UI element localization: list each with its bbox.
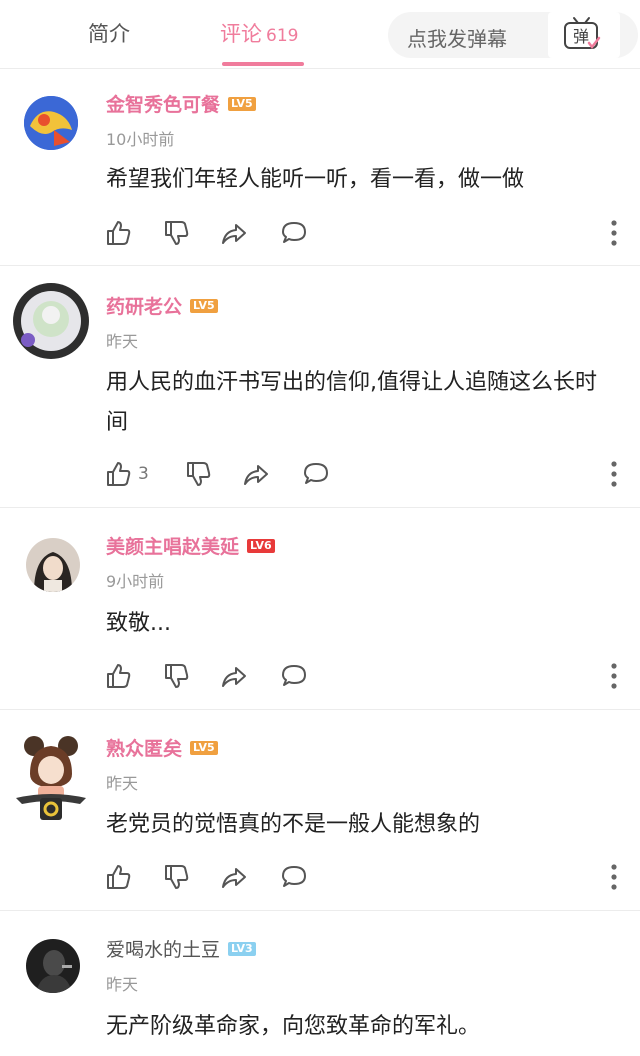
top-tab-bar: 简介 评论 619 点我发弹幕 弹 <box>0 0 640 69</box>
more-options-button[interactable] <box>604 661 624 691</box>
reply-button[interactable] <box>280 661 308 691</box>
more-options-button[interactable] <box>604 218 624 248</box>
level-badge: LV5 <box>228 96 256 111</box>
active-tab-indicator <box>222 62 304 66</box>
level-badge: LV5 <box>190 740 218 755</box>
username[interactable]: 爱喝水的土豆 LV3 <box>106 935 256 962</box>
like-count: 3 <box>138 464 149 484</box>
more-vertical-icon <box>611 663 617 689</box>
comment-time: 昨天 <box>106 774 139 793</box>
comment-time: 10小时前 <box>106 130 175 149</box>
username[interactable]: 药研老公 LV5 <box>106 292 218 319</box>
comment-bubble-icon <box>282 665 306 686</box>
reply-button[interactable] <box>280 862 308 892</box>
danmaku-toggle-button[interactable]: 弹 <box>548 12 620 58</box>
share-icon <box>222 224 246 244</box>
like-button[interactable] <box>104 862 132 892</box>
like-button[interactable]: 3 <box>104 459 149 489</box>
tab-comments-label: 评论 <box>220 22 262 46</box>
thumbs-up-icon <box>107 462 131 486</box>
like-button[interactable] <box>104 661 132 691</box>
comment-text: 老党员的觉悟真的不是一般人能想象的 <box>106 812 481 837</box>
level-badge: LV3 <box>228 941 256 956</box>
thumbs-down-icon <box>165 865 189 889</box>
more-vertical-icon <box>611 864 617 890</box>
thumbs-down-icon <box>187 462 211 486</box>
comment-bubble-icon <box>282 866 306 887</box>
more-options-button[interactable] <box>604 862 624 892</box>
more-options-button[interactable] <box>604 459 624 489</box>
share-button[interactable] <box>242 459 270 489</box>
comment-actions: 3 <box>104 459 624 489</box>
share-button[interactable] <box>220 862 248 892</box>
comment-text: 致敬... <box>106 611 171 636</box>
more-vertical-icon <box>611 461 617 487</box>
level-badge: LV6 <box>247 538 275 553</box>
comment-actions <box>104 862 624 892</box>
tab-intro[interactable]: 简介 <box>88 18 130 48</box>
username-text: 爱喝水的土豆 <box>106 939 221 961</box>
reply-button[interactable] <box>302 459 330 489</box>
share-icon <box>244 465 268 485</box>
username[interactable]: 美颜主唱赵美延 LV6 <box>106 532 275 559</box>
comment-text: 用人民的血汗书写出的信仰,值得让人追随这么长时间 <box>106 370 597 435</box>
avatar[interactable] <box>26 939 80 993</box>
avatar[interactable] <box>26 538 80 592</box>
share-icon <box>222 667 246 687</box>
thumbs-down-icon <box>165 221 189 245</box>
tab-comments[interactable]: 评论 619 <box>220 18 298 48</box>
username-text: 熟众匿矣 <box>106 738 183 760</box>
avatar[interactable] <box>14 734 88 820</box>
dislike-button[interactable] <box>162 661 190 691</box>
share-button[interactable] <box>220 661 248 691</box>
reply-button[interactable] <box>280 218 308 248</box>
comment-item: 金智秀色可餐 LV5 10小时前 希望我们年轻人能听一听，看一看，做一做 <box>0 68 640 265</box>
avatar[interactable] <box>24 96 78 150</box>
like-button[interactable] <box>104 218 132 248</box>
comment-bubble-icon <box>304 463 328 484</box>
thumbs-up-icon <box>107 221 131 245</box>
comment-time: 9小时前 <box>106 572 165 591</box>
username-text: 金智秀色可餐 <box>106 94 221 116</box>
comment-item: 美颜主唱赵美延 LV6 9小时前 致敬... <box>0 508 640 708</box>
avatar[interactable] <box>12 282 90 360</box>
comment-item: 爱喝水的土豆 LV3 昨天 无产阶级革命家，向您致革命的军礼。 <box>0 911 640 1056</box>
username-text: 美颜主唱赵美延 <box>106 536 240 558</box>
comment-bubble-icon <box>282 222 306 243</box>
comment-item: 熟众匿矣 LV5 昨天 老党员的觉悟真的不是一般人能想象的 <box>0 710 640 910</box>
comments-count: 619 <box>266 26 299 46</box>
dislike-button[interactable] <box>184 459 212 489</box>
comment-text: 无产阶级革命家，向您致革命的军礼。 <box>106 1014 481 1039</box>
danmaku-placeholder: 点我发弹幕 <box>407 27 507 51</box>
comment-item: 药研老公 LV5 昨天 用人民的血汗书写出的信仰,值得让人追随这么长时间 3 <box>0 266 640 506</box>
dislike-button[interactable] <box>162 862 190 892</box>
username-text: 药研老公 <box>106 296 183 318</box>
comment-time: 昨天 <box>106 332 139 351</box>
thumbs-up-icon <box>107 664 131 688</box>
more-vertical-icon <box>611 220 617 246</box>
share-button[interactable] <box>220 218 248 248</box>
danmaku-toggle-icon: 弹 <box>564 17 601 50</box>
comment-actions <box>104 218 624 248</box>
thumbs-down-icon <box>165 664 189 688</box>
username[interactable]: 金智秀色可餐 LV5 <box>106 90 256 117</box>
comment-text: 希望我们年轻人能听一听，看一看，做一做 <box>106 167 525 192</box>
level-badge: LV5 <box>190 298 218 313</box>
dislike-button[interactable] <box>162 218 190 248</box>
comment-actions <box>104 661 624 691</box>
username[interactable]: 熟众匿矣 LV5 <box>106 734 218 761</box>
comment-time: 昨天 <box>106 975 139 994</box>
thumbs-up-icon <box>107 865 131 889</box>
share-icon <box>222 868 246 888</box>
danmaku-toggle-label: 弹 <box>573 27 589 46</box>
